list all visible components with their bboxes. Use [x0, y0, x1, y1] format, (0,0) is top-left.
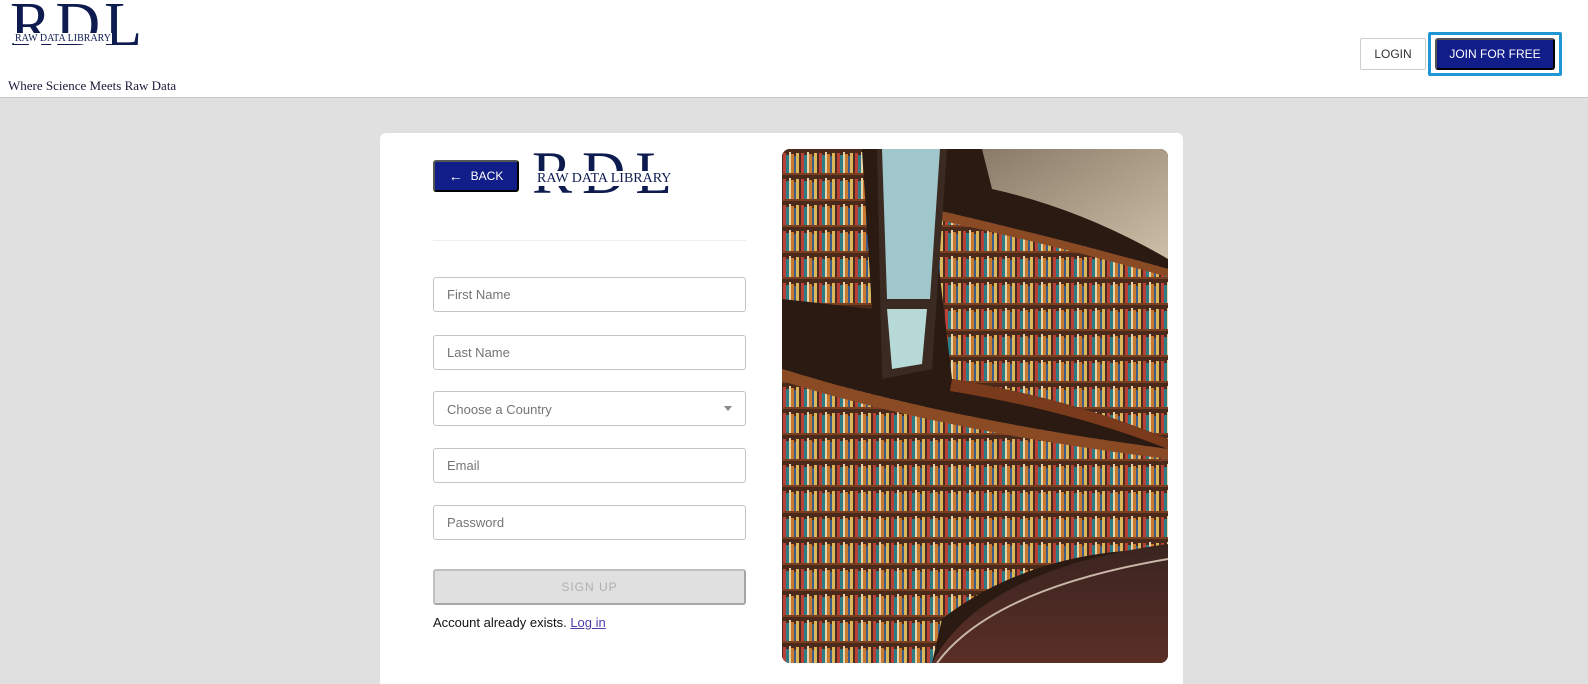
divider — [433, 240, 746, 241]
first-name-field[interactable] — [433, 277, 746, 312]
email-field[interactable] — [433, 448, 746, 483]
top-navigation-bar: RDL RAW DATA LIBRARY Where Science Meets… — [0, 0, 1588, 98]
library-photo — [782, 149, 1168, 663]
logo-letters: RDL — [10, 0, 146, 59]
logo-subtitle: RAW DATA LIBRARY — [14, 33, 113, 44]
library-illustration — [782, 149, 1168, 663]
country-select-label: Choose a Country — [447, 402, 552, 417]
last-name-field[interactable] — [433, 335, 746, 370]
first-name-input[interactable] — [434, 278, 745, 311]
last-name-input[interactable] — [434, 336, 745, 369]
rdl-logo[interactable]: RDL RAW DATA LIBRARY — [10, 0, 142, 58]
account-exists-text: Account already exists. Log in — [433, 615, 606, 630]
join-for-free-button[interactable]: JOIN FOR FREE — [1435, 38, 1555, 70]
password-field[interactable] — [433, 505, 746, 540]
caret-down-icon — [724, 406, 732, 411]
password-input[interactable] — [434, 506, 745, 539]
arrow-left-icon: ← — [448, 168, 463, 184]
tagline: Where Science Meets Raw Data — [8, 78, 177, 93]
email-input[interactable] — [434, 449, 745, 482]
country-select[interactable]: Choose a Country — [433, 391, 746, 426]
card-logo-subtitle: RAW DATA LIBRARY — [536, 171, 673, 186]
login-button[interactable]: LOGIN — [1360, 38, 1426, 70]
back-button[interactable]: ← BACK — [433, 160, 519, 192]
sign-up-button[interactable]: SIGN UP — [433, 569, 746, 605]
log-in-link[interactable]: Log in — [570, 615, 605, 630]
card-rdl-logo: RDL RAW DATA LIBRARY — [532, 142, 692, 206]
account-exists-label: Account already exists. — [433, 615, 567, 630]
back-label: BACK — [470, 169, 504, 183]
